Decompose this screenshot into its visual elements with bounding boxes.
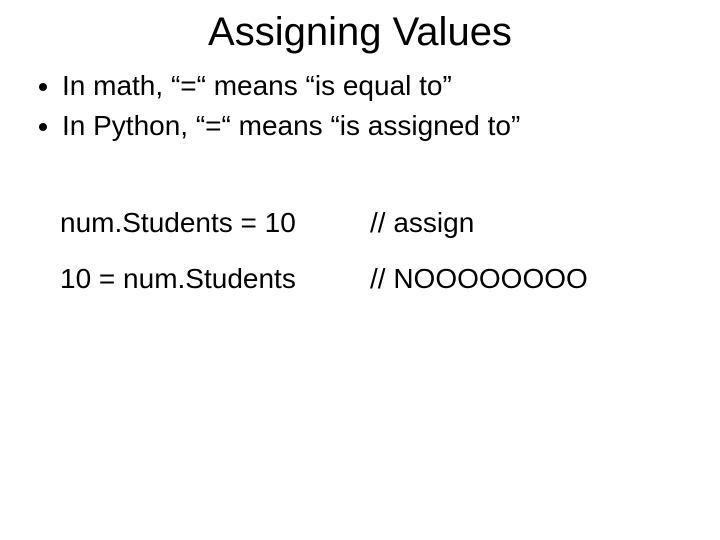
slide: Assigning Values In math, “=“ means “is …	[0, 0, 720, 540]
code-row: num.Students = 10 // assign	[60, 207, 690, 239]
page-title: Assigning Values	[30, 10, 690, 55]
code-block: num.Students = 10 // assign 10 = num.Stu…	[60, 207, 690, 295]
code-comment: // assign	[370, 207, 690, 239]
code-expression: num.Students = 10	[60, 207, 370, 239]
code-comment: // NOOOOOOOO	[370, 263, 690, 295]
list-item: In Python, “=“ means “is assigned to”	[62, 107, 690, 145]
bullet-list: In math, “=“ means “is equal to” In Pyth…	[38, 67, 690, 145]
spacer	[30, 147, 690, 207]
list-item: In math, “=“ means “is equal to”	[62, 67, 690, 105]
code-expression: 10 = num.Students	[60, 263, 370, 295]
code-row: 10 = num.Students // NOOOOOOOO	[60, 263, 690, 295]
